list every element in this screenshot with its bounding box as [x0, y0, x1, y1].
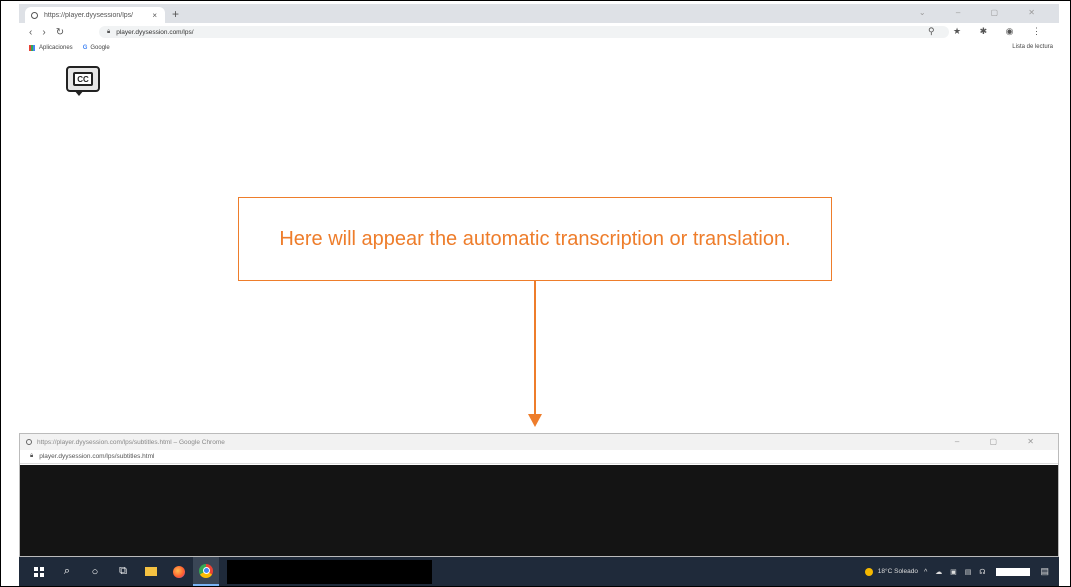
tab-title: https://player.dyysession/lps/	[44, 11, 134, 19]
annotation-callout: Here will appear the automatic transcrip…	[238, 197, 832, 281]
subtitles-popup-window: https://player.dyysession.com/lps/subtit…	[19, 433, 1059, 557]
circle-icon: ○	[91, 565, 99, 578]
bookmark-google-label: Google	[90, 45, 110, 51]
lock-icon: 🔒︎	[107, 28, 111, 35]
globe-icon	[31, 11, 38, 19]
new-tab-button[interactable]: +	[172, 7, 179, 21]
bookmark-apps[interactable]: Aplicaciones	[29, 45, 73, 51]
bookmark-google[interactable]: G Google	[83, 45, 110, 51]
chrome-icon	[199, 563, 213, 578]
cc-icon: CC	[73, 72, 93, 86]
callout-arrow-line	[534, 281, 536, 416]
chrome-taskbar-button[interactable]	[193, 557, 219, 586]
tray-icons[interactable]: ^ ☁ ▣ ▤ ☊	[924, 568, 989, 576]
popup-title-bar[interactable]: https://player.dyysession.com/lps/subtit…	[20, 434, 1058, 450]
popup-url: player.dyysession.com/lps/subtitles.html	[39, 453, 155, 460]
notification-icon[interactable]: ▤	[1040, 566, 1049, 577]
task-view-button[interactable]: ⧉	[115, 564, 131, 580]
firefox-button[interactable]	[171, 564, 187, 580]
start-button[interactable]	[31, 564, 47, 580]
windows-icon	[34, 566, 44, 577]
reload-button[interactable]: ↻	[56, 27, 64, 38]
subtitles-display-area	[20, 465, 1058, 556]
taskbar: ⌕ ○ ⧉ 18°C Soleado ^ ☁ ▣ ▤ ☊ ▤	[19, 557, 1059, 586]
search-icon: ⌕	[63, 565, 71, 577]
reading-list-button[interactable]: Lista de lectura	[1012, 44, 1053, 50]
bookmarks-bar: Aplicaciones G Google Lista de lectura	[19, 41, 1059, 55]
tab-close-icon[interactable]: ×	[152, 11, 157, 20]
search-button[interactable]: ⌕	[59, 564, 75, 580]
apps-grid-icon	[29, 45, 35, 51]
callout-text: Here will appear the automatic transcrip…	[279, 228, 791, 250]
weather-text[interactable]: 18°C Soleado	[878, 568, 918, 575]
lock-icon: 🔒︎	[30, 453, 34, 459]
toolbar-actions[interactable]: ⚲ ★ ✱ ◉ ⋮	[928, 26, 1049, 37]
callout-arrow-head	[528, 414, 542, 427]
system-tray: 18°C Soleado ^ ☁ ▣ ▤ ☊ ▤	[864, 557, 1049, 586]
back-button[interactable]: ‹	[29, 27, 32, 38]
google-icon: G	[82, 45, 88, 51]
window-controls[interactable]: ⌄ – ▢ ✕	[919, 8, 1049, 17]
address-bar[interactable]: 🔒︎ player.dyysession.com/lps/	[99, 26, 949, 38]
redacted-area	[227, 559, 432, 584]
browser-tab[interactable]: https://player.dyysession/lps/ ×	[25, 7, 165, 23]
firefox-icon	[173, 565, 185, 578]
weather-sun-icon	[864, 567, 873, 576]
screenshot-frame: https://player.dyysession/lps/ × + ⌄ – ▢…	[0, 0, 1071, 587]
globe-icon	[26, 439, 32, 445]
closed-captions-button[interactable]: CC	[66, 66, 100, 96]
address-url: player.dyysession.com/lps/	[116, 28, 194, 36]
speech-tail-icon	[74, 90, 84, 96]
bookmark-apps-label: Aplicaciones	[39, 45, 73, 51]
popup-title: https://player.dyysession.com/lps/subtit…	[37, 438, 225, 446]
browser-toolbar: ‹ › ↻ 🔒︎ player.dyysession.com/lps/ ⚲ ★ …	[19, 23, 1059, 41]
browser-tab-bar: https://player.dyysession/lps/ × + ⌄ – ▢…	[19, 4, 1059, 23]
popup-window-controls[interactable]: – ▢ ✕	[955, 437, 1048, 446]
file-explorer-button[interactable]	[143, 564, 159, 580]
task-view-icon: ⧉	[119, 565, 127, 577]
popup-url-bar: 🔒︎ player.dyysession.com/lps/subtitles.h…	[20, 450, 1058, 464]
clock-redacted	[996, 567, 1031, 576]
cortana-button[interactable]: ○	[87, 564, 103, 580]
forward-button[interactable]: ›	[42, 27, 45, 38]
folder-icon	[145, 567, 157, 576]
